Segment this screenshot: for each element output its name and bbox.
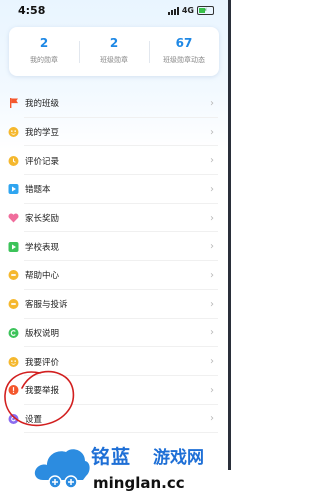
- chevron-right-icon: ›: [210, 269, 214, 281]
- stat-label: 班级勋章: [100, 56, 128, 64]
- network-type: 4G: [181, 6, 194, 15]
- menu-item-evaluation-records[interactable]: 评价记录 ›: [0, 146, 228, 175]
- menu-item-wrong-answers-book[interactable]: 错题本 ›: [0, 175, 228, 204]
- status-time: 4:58: [18, 4, 46, 17]
- menu-item-my-class[interactable]: 我的班级 ›: [0, 89, 228, 118]
- menu-item-label: 评价记录: [25, 156, 60, 167]
- play-icon: [8, 241, 19, 252]
- flag-icon: [8, 98, 19, 109]
- chevron-right-icon: ›: [210, 97, 214, 109]
- chevron-right-icon: ›: [210, 298, 214, 310]
- menu-item-label: 错题本: [25, 185, 51, 196]
- menu-item-school-performance[interactable]: 学校表现 ›: [0, 232, 228, 261]
- stat-class-medals[interactable]: 2 班级勋章: [79, 27, 149, 76]
- chevron-right-icon: ›: [210, 126, 214, 138]
- menu-item-label: 帮助中心: [25, 271, 60, 282]
- menu-item-service-complaints[interactable]: 客服与投诉 ›: [0, 290, 228, 319]
- watermark-name: 铭蓝: [91, 446, 132, 468]
- watermark-subtitle: 游戏网: [153, 448, 204, 468]
- menu-item-copyright[interactable]: 版权说明 ›: [0, 319, 228, 348]
- chevron-right-icon: ›: [210, 384, 214, 396]
- status-bar: 4:58 4G ⚡: [0, 0, 228, 24]
- signal-icon: [167, 6, 179, 15]
- menu-item-label: 版权说明: [25, 328, 60, 339]
- watermark-url: minglan.cc: [93, 474, 185, 492]
- stat-label: 我的勋章: [30, 56, 58, 64]
- bean-icon: [8, 127, 19, 138]
- stat-value: 2: [109, 36, 119, 50]
- cloud-logo-icon: [34, 449, 90, 489]
- menu-item-help-center[interactable]: 帮助中心 ›: [0, 261, 228, 290]
- help-icon: [8, 270, 19, 281]
- menu-item-label: 我的班级: [25, 99, 60, 110]
- medal-stats-card: 2 我的勋章 2 班级勋章 67 班级勋章动态: [9, 27, 219, 76]
- stat-my-medals[interactable]: 2 我的勋章: [9, 27, 79, 76]
- stat-label: 班级勋章动态: [163, 56, 205, 64]
- service-icon: [8, 299, 19, 310]
- stat-value: 67: [175, 36, 193, 50]
- chevron-right-icon: ›: [210, 327, 214, 339]
- battery-icon: ⚡: [197, 6, 214, 15]
- record-icon: [8, 155, 19, 166]
- menu-item-my-beans[interactable]: 我的学豆 ›: [0, 118, 228, 147]
- right-edge-strip: [228, 0, 231, 470]
- menu-item-label: 客服与投诉: [25, 300, 68, 311]
- chevron-right-icon: ›: [210, 356, 214, 368]
- menu-item-label: 我的学豆: [25, 128, 60, 139]
- chevron-right-icon: ›: [210, 413, 214, 425]
- menu-item-parent-rewards[interactable]: 家长奖励 ›: [0, 204, 228, 233]
- copyright-icon: [8, 327, 19, 338]
- stat-class-medal-feed[interactable]: 67 班级勋章动态: [149, 27, 219, 76]
- book-icon: [8, 184, 19, 195]
- menu-item-label: 学校表现: [25, 242, 60, 253]
- stat-value: 2: [39, 36, 49, 50]
- chevron-right-icon: ›: [210, 241, 214, 253]
- heart-icon: [8, 213, 19, 224]
- menu-item-label: 家长奖励: [25, 214, 60, 225]
- chevron-right-icon: ›: [210, 212, 214, 224]
- chevron-right-icon: ›: [210, 155, 214, 167]
- chevron-right-icon: ›: [210, 183, 214, 195]
- status-icons: 4G ⚡: [167, 6, 214, 15]
- red-annotation-circle: [4, 370, 75, 427]
- site-watermark: 铭蓝 游戏网 minglan.cc: [33, 438, 231, 500]
